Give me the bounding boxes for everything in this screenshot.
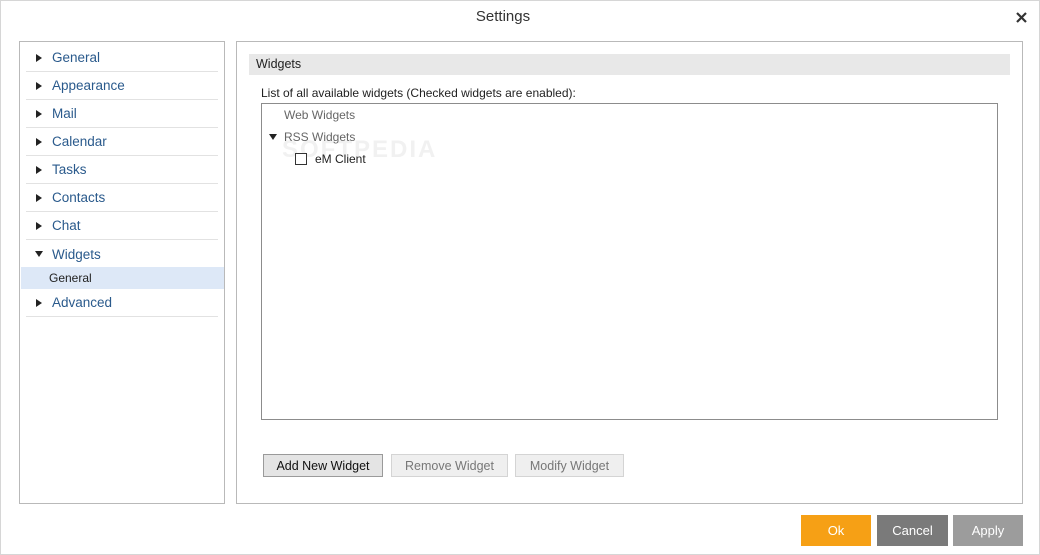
cancel-button[interactable]: Cancel <box>877 515 948 546</box>
expand-down-icon[interactable] <box>269 134 284 140</box>
widget-checkbox[interactable] <box>295 153 307 165</box>
expand-right-icon <box>26 184 52 212</box>
nav-item-mail[interactable]: Mail <box>26 100 218 128</box>
nav-item-label: Contacts <box>52 190 106 205</box>
nav-item-general[interactable]: General <box>26 44 218 72</box>
add-new-widget-button[interactable]: Add New Widget <box>263 454 383 477</box>
expand-right-icon <box>26 100 52 128</box>
tree-node-label: RSS Widgets <box>284 130 356 144</box>
nav-item-contacts[interactable]: Contacts <box>26 184 218 212</box>
nav-item-chat[interactable]: Chat <box>26 212 218 240</box>
tree-node-em-client[interactable]: eM Client <box>295 149 366 169</box>
list-caption: List of all available widgets (Checked w… <box>261 86 576 100</box>
nav-item-label: Tasks <box>52 162 87 177</box>
tree-node-rss-widgets[interactable]: RSS Widgets <box>269 127 355 147</box>
nav-item-label: Advanced <box>52 295 113 310</box>
title-bar: Settings <box>1 1 1039 35</box>
nav-item-label: Chat <box>52 218 81 233</box>
settings-window: Settings General Appearance Mail Calenda… <box>0 0 1040 555</box>
expand-down-icon <box>26 240 52 268</box>
close-button[interactable] <box>1009 6 1033 28</box>
close-icon <box>1015 11 1027 23</box>
nav-item-label: General <box>52 50 101 65</box>
nav-item-label: Calendar <box>52 134 107 149</box>
nav-subitem-widgets-general[interactable]: General <box>21 267 224 289</box>
expand-right-icon <box>26 156 52 184</box>
tree-node-label: Web Widgets <box>284 108 356 122</box>
settings-nav: General Appearance Mail Calendar Tasks C… <box>19 41 225 504</box>
remove-widget-button[interactable]: Remove Widget <box>391 454 508 477</box>
expand-right-icon <box>26 289 52 317</box>
expand-right-icon <box>26 128 52 156</box>
tree-node-web-widgets[interactable]: Web Widgets <box>284 105 355 125</box>
nav-item-appearance[interactable]: Appearance <box>26 72 218 100</box>
nav-item-advanced[interactable]: Advanced <box>26 289 218 317</box>
modify-widget-button[interactable]: Modify Widget <box>515 454 624 477</box>
widgets-tree[interactable]: SOFTPEDIA Web Widgets RSS Widgets eM Cli… <box>261 103 998 420</box>
nav-item-label: Appearance <box>52 78 125 93</box>
nav-item-widgets[interactable]: Widgets <box>26 240 218 268</box>
apply-button[interactable]: Apply <box>953 515 1023 546</box>
nav-item-label: Widgets <box>52 246 101 262</box>
expand-right-icon <box>26 212 52 240</box>
widgets-panel: Widgets List of all available widgets (C… <box>236 41 1023 504</box>
nav-item-calendar[interactable]: Calendar <box>26 128 218 156</box>
tree-node-label: eM Client <box>315 152 366 166</box>
ok-button[interactable]: Ok <box>801 515 871 546</box>
expand-right-icon <box>26 72 52 100</box>
nav-item-tasks[interactable]: Tasks <box>26 156 218 184</box>
nav-item-label: Mail <box>52 106 77 121</box>
section-header: Widgets <box>249 54 1010 75</box>
expand-right-icon <box>26 44 52 72</box>
window-title: Settings <box>475 8 531 25</box>
